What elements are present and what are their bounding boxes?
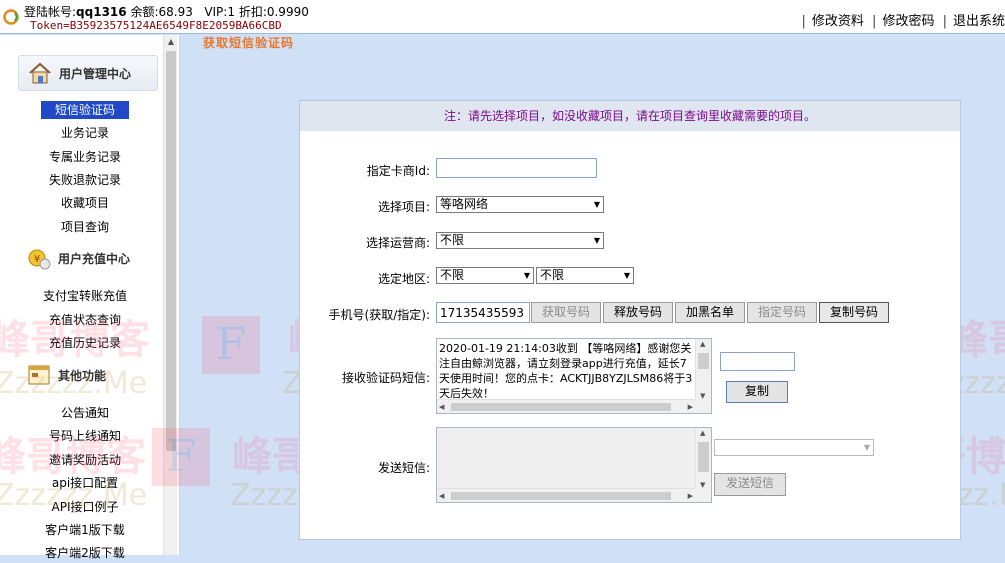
svg-text:¥: ¥ <box>34 254 40 265</box>
release-number-button[interactable]: 释放号码 <box>603 302 673 323</box>
phone-number-input[interactable] <box>436 302 530 323</box>
coins-icon: ¥ <box>26 245 52 271</box>
sidebar-item-alipay-recharge[interactable]: 支付宝转账充值 <box>0 286 170 306</box>
copy-number-button[interactable]: 复制号码 <box>819 302 889 323</box>
vip-level: 1 <box>227 5 235 19</box>
scroll-up-icon[interactable]: ▲ <box>164 35 178 49</box>
token-text: Token=B35923575124AE6549F8E2059BA66CBD <box>30 19 282 32</box>
discount-value: 0.9990 <box>267 5 309 19</box>
merchant-id-input[interactable] <box>436 158 597 178</box>
resize-grip-icon[interactable] <box>695 399 711 413</box>
sms-form-panel: 注：请先选择项目，如没收藏项目，请在项目查询里收藏需要的项目。 指定卡商Id: … <box>299 100 961 540</box>
app-logo-icon <box>3 9 19 25</box>
project-select[interactable]: 等咯网络▼ <box>436 196 604 213</box>
top-bar: 登陆帐号:qq1316 余额:68.93 VIP:1 折扣:0.9990 Tok… <box>0 0 1005 34</box>
chevron-down-icon: ▼ <box>594 197 600 212</box>
edit-profile-link[interactable]: 修改资料 <box>812 14 864 29</box>
recharge-center-header[interactable]: ¥ 用户充值中心 <box>18 240 158 276</box>
assign-number-button[interactable]: 指定号码 <box>747 302 817 323</box>
account-name: qq1316 <box>76 5 127 19</box>
sms-horizontal-scrollbar[interactable]: ◀ ▶ <box>437 399 695 413</box>
sidebar-item-client-v2-download[interactable]: 客户端2版下载 <box>0 543 170 563</box>
sms-vertical-scrollbar[interactable]: ▲ ▼ <box>695 339 711 401</box>
province-select[interactable]: 不限▼ <box>436 267 534 284</box>
home-icon <box>27 60 53 86</box>
send-sms-button[interactable]: 发送短信 <box>714 473 786 496</box>
logout-link[interactable]: 退出系统 <box>953 14 1005 29</box>
send-vertical-scrollbar[interactable]: ▲ ▼ <box>695 428 711 490</box>
get-number-button[interactable]: 获取号码 <box>531 302 601 323</box>
sidebar-item-favorites[interactable]: 收藏项目 <box>0 193 170 213</box>
sidebar-item-sms-code[interactable]: 短信验证码 <box>0 100 170 120</box>
send-sms-label: 发送短信: <box>300 459 430 476</box>
phone-label: 手机号(获取/指定): <box>300 306 430 323</box>
resize-grip-icon[interactable] <box>695 488 711 502</box>
code-input[interactable] <box>720 352 795 371</box>
sidebar-item-project-search[interactable]: 项目查询 <box>0 217 170 237</box>
sms-content-textarea[interactable]: 2020-01-19 21:14:03收到 【等咯网络】感谢您关注自由鲸浏览器，… <box>436 338 712 414</box>
project-label: 选择项目: <box>300 198 430 215</box>
sidebar-item-announcements[interactable]: 公告通知 <box>0 403 170 423</box>
scrollbar-thumb[interactable] <box>166 51 176 451</box>
page-title: 获取短信验证码 <box>203 34 294 51</box>
send-sms-textarea[interactable]: ▲ ▼ ◀ ▶ <box>436 427 712 503</box>
send-target-select[interactable]: ▼ <box>714 439 874 456</box>
city-select[interactable]: 不限▼ <box>536 267 634 284</box>
send-horizontal-scrollbar[interactable]: ◀ ▶ <box>437 488 695 502</box>
sidebar-item-business-records[interactable]: 业务记录 <box>0 123 170 143</box>
merchant-id-label: 指定卡商Id: <box>300 162 430 179</box>
chevron-down-icon: ▼ <box>624 268 630 283</box>
chevron-down-icon: ▼ <box>864 440 870 455</box>
account-info: 登陆帐号:qq1316 余额:68.93 VIP:1 折扣:0.9990 <box>24 3 309 20</box>
sidebar-item-client-v1-download[interactable]: 客户端1版下载 <box>0 520 170 540</box>
top-links: |修改资料 |修改密码 |退出系统 <box>798 10 1005 29</box>
region-label: 选定地区: <box>300 270 430 287</box>
change-password-link[interactable]: 修改密码 <box>882 14 934 29</box>
sms-label: 接收验证码短信: <box>300 369 430 386</box>
user-center-header[interactable]: 用户管理中心 <box>18 55 158 91</box>
sidebar-item-exclusive-records[interactable]: 专属业务记录 <box>0 147 170 167</box>
sidebar-item-refund-records[interactable]: 失败退款记录 <box>0 170 170 190</box>
blacklist-button[interactable]: 加黑名单 <box>675 302 745 323</box>
chevron-down-icon: ▼ <box>524 268 530 283</box>
operator-label: 选择运营商: <box>300 234 430 251</box>
operator-select[interactable]: 不限▼ <box>436 232 604 249</box>
notice-text: 注：请先选择项目，如没收藏项目，请在项目查询里收藏需要的项目。 <box>300 101 960 131</box>
balance-value: 68.93 <box>159 5 193 19</box>
copy-code-button[interactable]: 复制 <box>726 381 788 403</box>
chevron-down-icon: ▼ <box>594 233 600 248</box>
